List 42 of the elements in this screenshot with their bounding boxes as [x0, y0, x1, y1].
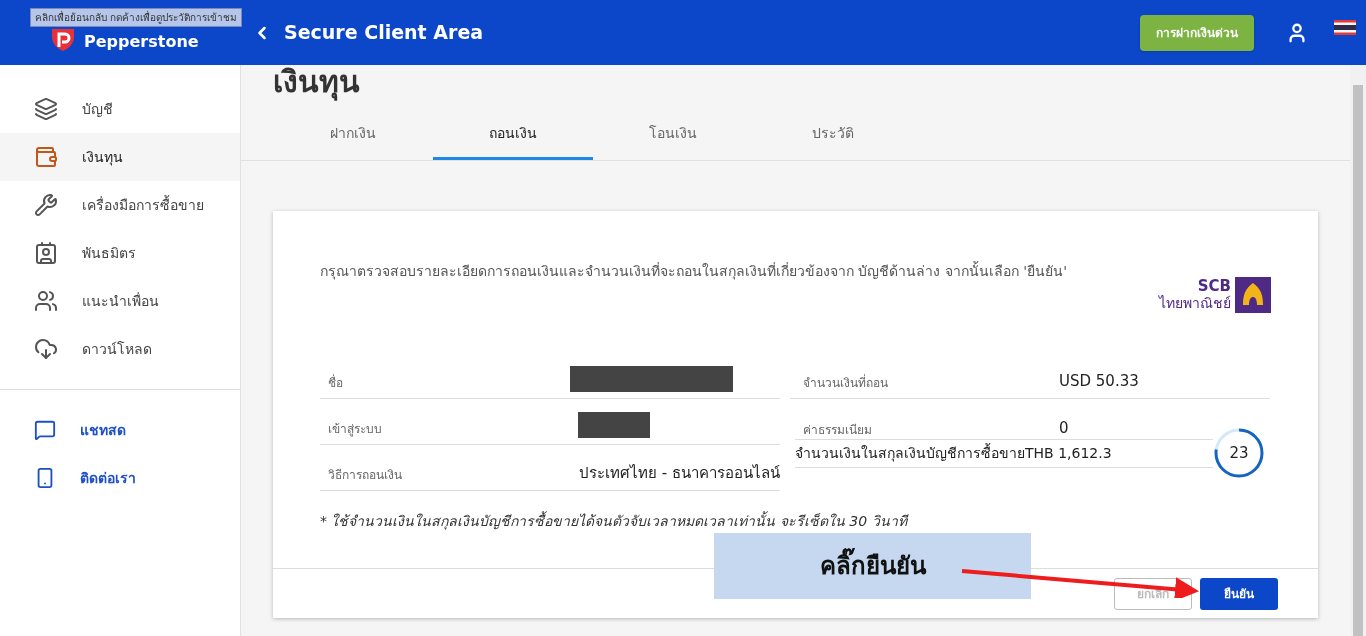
sidebar-item[interactable]: พันธมิตร: [0, 229, 240, 277]
tab[interactable]: ถอนเงิน: [433, 109, 593, 160]
detail-value: 0: [1059, 417, 1069, 439]
scrollbar[interactable]: [1350, 65, 1366, 636]
back-button[interactable]: Secure Client Area: [252, 18, 484, 47]
sidebar-item[interactable]: แนะนำเพื่อน: [0, 277, 240, 325]
converted-amount: จำนวนเงินในสกุลเงินบัญชีการซื้อขายTHB 1,612.3: [795, 438, 1213, 468]
detail-label: ค่าธรรมเนียม: [803, 422, 873, 439]
brand-name: Pepperstone: [84, 33, 199, 51]
detail-value: USD 50.33: [1059, 370, 1139, 392]
detail-label: เข้าสู่ระบบ: [328, 421, 383, 438]
timer-note: * ใช้จำนวนเงินในสกุลเงินบัญชีการซื้อขายได้จนตัวจับเวลาหมดเวลาเท่านั้น จะรีเซ็ตใน 30 วินาที: [320, 511, 910, 532]
detail-label: ชื่อ: [328, 374, 344, 392]
wallet-icon: [34, 145, 58, 169]
bank-logo: SCB ไทยพาณิชย์: [1159, 277, 1271, 313]
chat-icon: [34, 419, 56, 441]
sidebar-item[interactable]: ดาวน์โหลด: [0, 325, 240, 373]
tab[interactable]: ฝากเงิน: [273, 109, 433, 160]
sidebar-item[interactable]: เงินทุน: [0, 133, 240, 181]
wrench-icon: [34, 193, 58, 217]
detail-label: วิธีการถอนเงิน: [328, 467, 403, 484]
back-tooltip: คลิกเพื่อย้อนกลับ กดค้างเพื่อดูประวัติการเข้าชม: [30, 8, 243, 27]
logo-icon: [50, 27, 76, 51]
tab[interactable]: ประวัติ: [753, 109, 913, 160]
annotation-callout: คลิ๊กยืนยัน: [714, 533, 1031, 599]
users-icon: [34, 289, 58, 313]
detail-value: ประเทศไทย - ธนาคารออนไลน์: [579, 462, 780, 484]
thai-flag-icon[interactable]: [1334, 20, 1356, 35]
layers-icon: [34, 97, 58, 121]
sidebar-item[interactable]: บัญชี: [0, 85, 240, 133]
account-icon[interactable]: [1286, 21, 1308, 44]
confirm-button[interactable]: ยืนยัน: [1200, 577, 1278, 610]
redaction-bar: [578, 412, 650, 438]
detail-label: จำนวนเงินที่ถอน: [803, 374, 889, 392]
support-link[interactable]: แชทสด: [0, 406, 240, 454]
cloud-download-icon: [34, 337, 58, 361]
support-link[interactable]: ติดต่อเรา: [0, 454, 240, 502]
contact-card-icon: [34, 241, 58, 265]
sidebar-item[interactable]: เครื่องมือการซื้อขาย: [0, 181, 240, 229]
instructions-text: กรุณาตรวจสอบรายละเอียดการถอนเงินและจำนวนเงินที่จะถอนในสกุลเงินที่เกี่ยวข้องจาก บัญชีด้านล่าง จากนั้นเลือก 'ยืนยัน': [320, 260, 1068, 282]
tab[interactable]: โอนเงิน: [593, 109, 753, 160]
countdown-timer: 23: [1213, 427, 1265, 479]
